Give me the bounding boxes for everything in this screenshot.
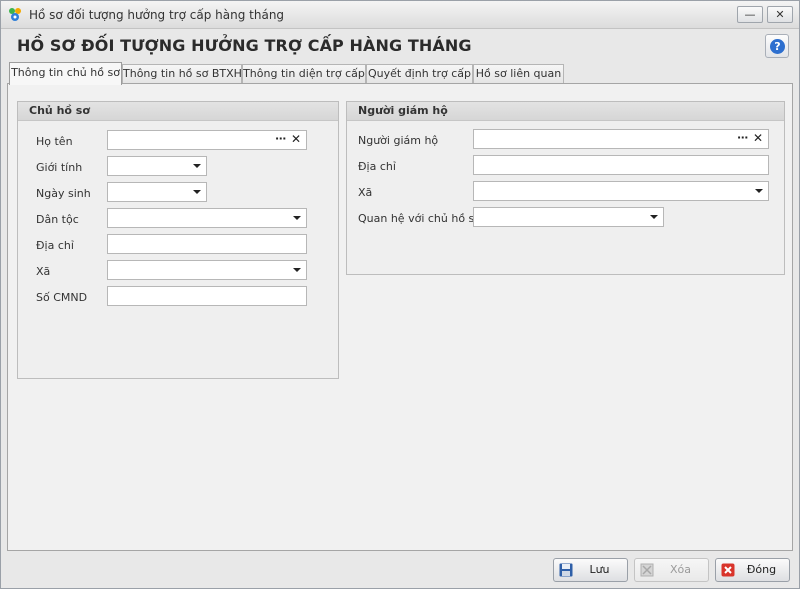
tab-subsidy-decision[interactable]: Quyết định trợ cấp [366, 64, 473, 84]
guardian-address-field[interactable] [473, 155, 769, 175]
owner-group: Chủ hồ sơ Họ tên ··· ✕ Giới tính Ngày si… [17, 101, 339, 379]
dob-select[interactable] [107, 182, 207, 202]
id-number-field[interactable] [107, 286, 307, 306]
clear-icon[interactable]: ✕ [753, 131, 763, 145]
owner-group-title: Chủ hồ sơ [18, 102, 338, 121]
dob-label: Ngày sinh [36, 187, 91, 200]
tab-related-records[interactable]: Hồ sơ liên quan [473, 64, 564, 84]
guardian-address-label: Địa chỉ [358, 160, 396, 173]
guardian-commune-label: Xã [358, 186, 373, 199]
save-label: Lưu [589, 563, 610, 576]
guardian-name-field[interactable]: ··· ✕ [473, 129, 769, 149]
page-header: HỒ SƠ ĐỐI TƯỢNG HƯỞNG TRỢ CẤP HÀNG THÁNG… [7, 31, 793, 61]
owner-address-field[interactable] [107, 234, 307, 254]
more-dots-icon[interactable]: ··· [275, 132, 287, 145]
window-title: Hồ sơ đối tượng hưởng trợ cấp hàng tháng [29, 8, 285, 22]
owner-commune-select[interactable] [107, 260, 307, 280]
owner-address-label: Địa chỉ [36, 239, 74, 252]
dropdown-arrow-icon [293, 216, 301, 220]
close-red-icon [721, 563, 735, 577]
help-icon: ? [770, 39, 785, 54]
owner-commune-label: Xã [36, 265, 51, 278]
tab-subsidy-type[interactable]: Thông tin diện trợ cấp [242, 64, 366, 84]
guardian-commune-select[interactable] [473, 181, 769, 201]
delete-icon [640, 563, 654, 577]
relation-select[interactable] [473, 207, 664, 227]
close-button[interactable]: Đóng [715, 558, 790, 582]
relation-label: Quan hệ với chủ hồ sơ [358, 212, 482, 225]
more-dots-icon[interactable]: ··· [737, 131, 749, 144]
clear-icon[interactable]: ✕ [291, 132, 301, 146]
owner-name-label: Họ tên [36, 135, 73, 148]
help-button[interactable]: ? [765, 34, 789, 58]
close-label: Đóng [746, 563, 777, 576]
delete-button[interactable]: Xóa [634, 558, 709, 582]
tab-page-owner: Chủ hồ sơ Họ tên ··· ✕ Giới tính Ngày si… [7, 83, 793, 551]
ethnic-label: Dân tộc [36, 213, 79, 226]
tab-btxh-info[interactable]: Thông tin hồ sơ BTXH [122, 64, 242, 84]
close-window-button[interactable]: ✕ [767, 6, 793, 23]
dropdown-arrow-icon [293, 268, 301, 272]
dropdown-arrow-icon [193, 190, 201, 194]
main-window: Hồ sơ đối tượng hưởng trợ cấp hàng tháng… [0, 0, 800, 589]
gender-label: Giới tính [36, 161, 83, 174]
guardian-group-title: Người giám hộ [347, 102, 784, 121]
guardian-group: Người giám hộ Người giám hộ ··· ✕ Địa ch… [346, 101, 785, 275]
guardian-name-label: Người giám hộ [358, 134, 439, 147]
close-icon: ✕ [775, 8, 785, 21]
delete-label: Xóa [669, 563, 691, 576]
gender-select[interactable] [107, 156, 207, 176]
minimize-icon: — [744, 8, 756, 21]
id-number-label: Số CMND [36, 291, 88, 304]
ethnic-select[interactable] [107, 208, 307, 228]
dropdown-arrow-icon [650, 215, 658, 219]
dropdown-arrow-icon [193, 164, 201, 168]
dropdown-arrow-icon [755, 189, 763, 193]
owner-name-field[interactable]: ··· ✕ [107, 130, 307, 150]
minimize-button[interactable]: — [737, 6, 763, 23]
save-button[interactable]: Lưu [553, 558, 628, 582]
floppy-disk-icon [559, 563, 573, 577]
page-title: HỒ SƠ ĐỐI TƯỢNG HƯỞNG TRỢ CẤP HÀNG THÁNG [17, 36, 472, 55]
app-icon [9, 8, 21, 21]
title-bar: Hồ sơ đối tượng hưởng trợ cấp hàng tháng… [1, 1, 799, 29]
tab-owner-info[interactable]: Thông tin chủ hồ sơ [9, 62, 122, 85]
